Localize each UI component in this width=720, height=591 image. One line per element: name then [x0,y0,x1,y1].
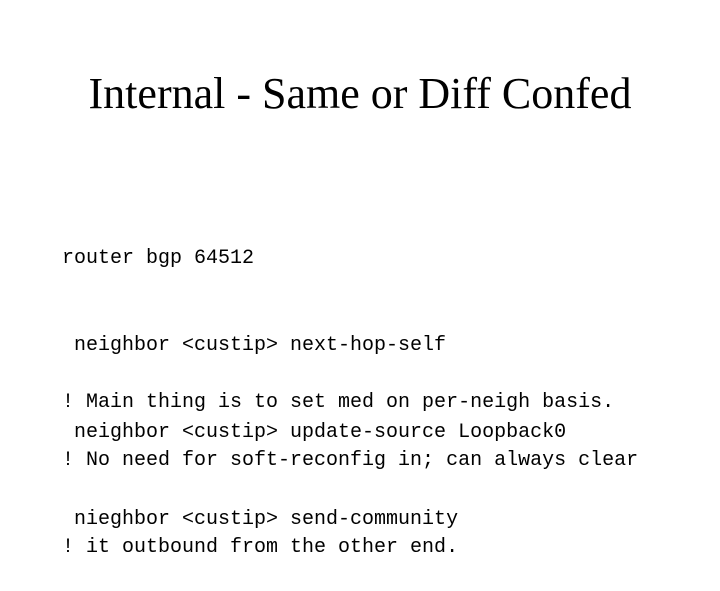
slide-title: Internal - Same or Diff Confed [88,69,632,118]
comment-line: ! it outbound from the other end. [62,536,459,559]
config-line: router bgp 64512 [62,247,255,270]
comment-line: ! No need for soft-reconfig in; can alwa… [62,449,639,472]
soft-reconfig-note: ! No need for soft-reconfig in; can alwa… [62,388,638,591]
